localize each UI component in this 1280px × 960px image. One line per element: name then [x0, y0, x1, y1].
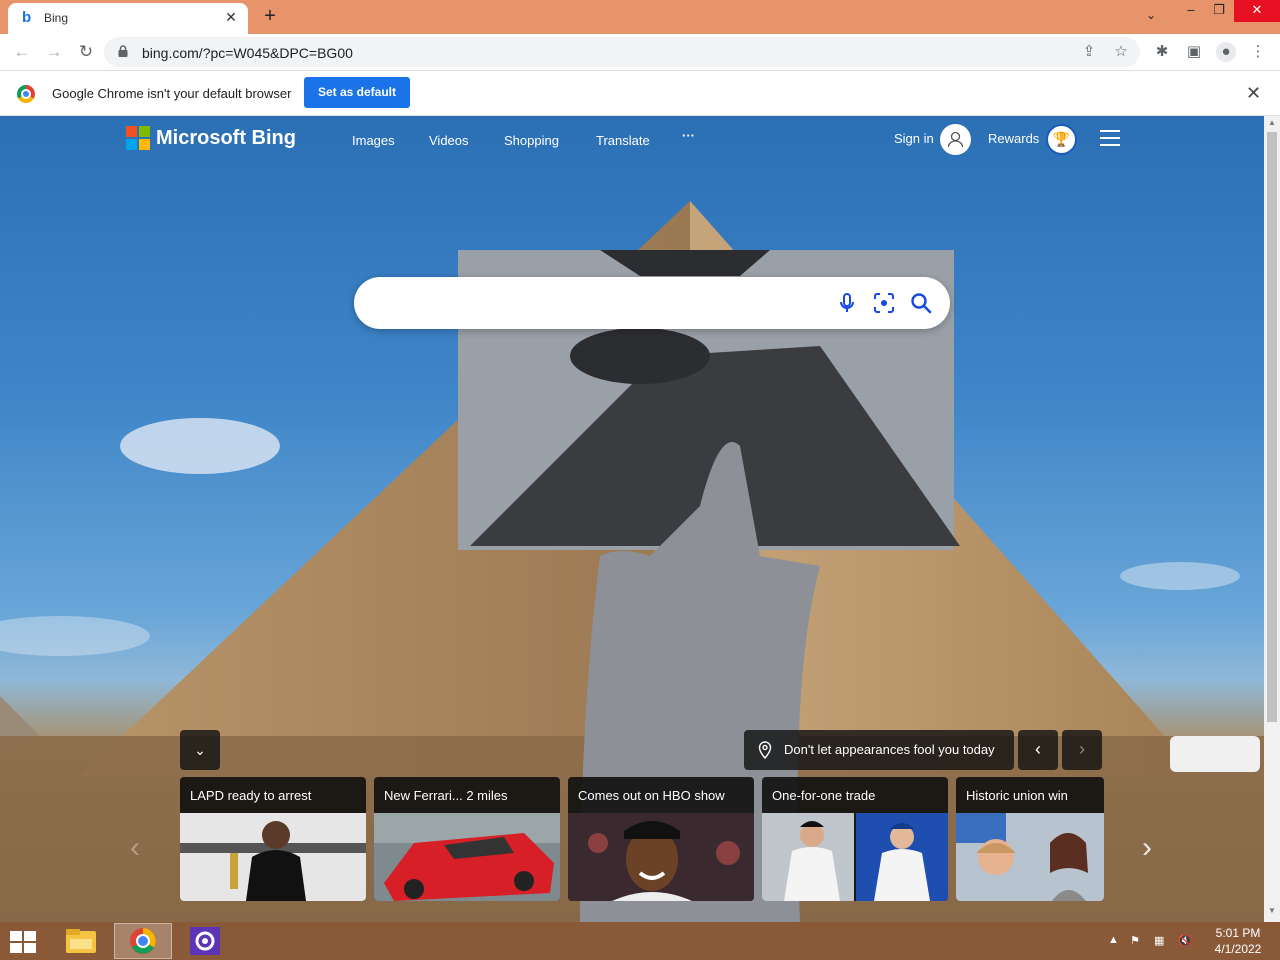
tab-search-chevron-icon[interactable]: ⌄: [1146, 8, 1156, 22]
scroll-thumb[interactable]: [1267, 132, 1277, 722]
browser-toolbar: ← → ↻ bing.com/?pc=W045&DPC=BG00 ⇪ ☆ ✱ ▣…: [0, 34, 1280, 71]
windows-start-icon[interactable]: [10, 931, 38, 953]
sign-in-link[interactable]: Sign in: [894, 131, 934, 146]
microsoft-logo-icon[interactable]: [126, 126, 150, 150]
profile-icon[interactable]: ●: [1216, 42, 1236, 62]
network-icon[interactable]: ▦: [1154, 934, 1164, 947]
infobar-message: Google Chrome isn't your default browser: [52, 86, 292, 101]
news-card-image[interactable]: [374, 813, 560, 901]
extensions-icon[interactable]: ✱: [1152, 42, 1172, 62]
forward-button[interactable]: →: [44, 42, 64, 62]
restore-button[interactable]: ❐: [1204, 0, 1234, 22]
share-icon[interactable]: ⇪: [1080, 43, 1098, 61]
search-box[interactable]: [354, 277, 950, 329]
address-bar[interactable]: bing.com/?pc=W045&DPC=BG00 ⇪ ☆: [104, 37, 1140, 67]
bing-homepage: Microsoft Bing Images Videos Shopping Tr…: [0, 116, 1264, 922]
windows-taskbar: ▲ ⚑ ▦ 🔇 5:01 PM 4/1/2022: [0, 922, 1280, 960]
news-card[interactable]: Comes out on HBO show: [568, 777, 754, 901]
news-card[interactable]: LAPD ready to arrest: [180, 777, 366, 901]
side-panel-icon[interactable]: ▣: [1184, 42, 1204, 62]
news-card-image[interactable]: [180, 813, 366, 901]
file-explorer-icon[interactable]: [52, 923, 110, 959]
browser-tab[interactable]: b Bing ✕: [8, 3, 248, 34]
title-bar: b Bing ✕ + ⌄ – ❐ ✕: [0, 0, 1280, 34]
page-scrollbar[interactable]: ▲ ▼: [1264, 116, 1280, 922]
nav-shopping[interactable]: Shopping: [504, 133, 559, 148]
nav-more[interactable]: ···: [682, 128, 695, 143]
chrome-taskbar-icon[interactable]: [114, 923, 172, 959]
new-tab-button[interactable]: +: [260, 6, 280, 26]
tab-title: Bing: [44, 11, 69, 25]
bing-brand-name[interactable]: Microsoft Bing: [156, 127, 296, 150]
default-browser-infobar: Google Chrome isn't your default browser…: [0, 71, 1280, 116]
hamburger-menu-icon[interactable]: [1100, 130, 1120, 146]
news-card[interactable]: New Ferrari... 2 miles: [374, 777, 560, 901]
infobar-close-icon[interactable]: ✕: [1246, 83, 1261, 104]
lock-icon[interactable]: [118, 45, 128, 57]
scroll-up-icon[interactable]: ▲: [1267, 118, 1277, 127]
bing-favicon-icon: b: [22, 9, 32, 26]
url-text[interactable]: bing.com/?pc=W045&DPC=BG00: [142, 45, 353, 61]
news-card-title[interactable]: Comes out on HBO show: [578, 788, 725, 803]
next-image-button[interactable]: ›: [1062, 730, 1102, 770]
news-card-title[interactable]: Historic union win: [966, 788, 1068, 803]
nav-images[interactable]: Images: [352, 133, 395, 148]
collapse-chevron-icon[interactable]: ⌄: [180, 730, 220, 770]
news-card[interactable]: Historic union win: [956, 777, 1104, 901]
back-button[interactable]: ←: [12, 42, 32, 62]
set-as-default-button[interactable]: Set as default: [304, 77, 410, 108]
minimize-button[interactable]: –: [1176, 0, 1206, 22]
search-icon[interactable]: [909, 291, 933, 315]
news-card-title[interactable]: One-for-one trade: [772, 788, 875, 803]
news-card[interactable]: One-for-one trade: [762, 777, 948, 901]
news-card-image[interactable]: [762, 813, 948, 901]
menu-kebab-icon[interactable]: ⋮: [1248, 42, 1268, 62]
previous-image-button[interactable]: ‹: [1018, 730, 1058, 770]
search-input[interactable]: [374, 291, 834, 315]
nav-translate[interactable]: Translate: [596, 133, 650, 148]
scroll-down-icon[interactable]: ▼: [1267, 906, 1277, 915]
clock-time: 5:01 PM: [1215, 926, 1261, 940]
nav-videos[interactable]: Videos: [429, 133, 469, 148]
carousel-next-icon[interactable]: ›: [1132, 828, 1162, 868]
volume-muted-icon[interactable]: 🔇: [1178, 934, 1192, 947]
user-avatar-icon[interactable]: [940, 124, 971, 155]
news-card-title[interactable]: LAPD ready to arrest: [190, 788, 311, 803]
carousel-prev-icon[interactable]: ‹: [120, 828, 150, 868]
visual-search-icon[interactable]: [872, 291, 896, 315]
chrome-logo-icon: [17, 85, 35, 103]
bookmark-star-icon[interactable]: ☆: [1112, 43, 1130, 61]
tab-close-icon[interactable]: ✕: [222, 9, 240, 26]
image-caption[interactable]: Don't let appearances fool you today: [744, 730, 1014, 770]
location-pin-icon: [758, 741, 772, 759]
news-card-title[interactable]: New Ferrari... 2 miles: [384, 788, 508, 803]
image-caption-text[interactable]: Don't let appearances fool you today: [784, 742, 995, 757]
microphone-icon[interactable]: [835, 291, 859, 315]
clock-date: 4/1/2022: [1214, 942, 1262, 956]
system-clock[interactable]: 5:01 PM 4/1/2022: [1206, 925, 1270, 957]
rewards-trophy-icon[interactable]: 🏆: [1046, 124, 1077, 155]
rewards-link[interactable]: Rewards: [988, 131, 1039, 146]
close-window-button[interactable]: ✕: [1234, 0, 1280, 22]
action-center-flag-icon[interactable]: ⚑: [1130, 934, 1140, 947]
reload-button[interactable]: ↻: [76, 42, 96, 62]
news-card-image[interactable]: [568, 813, 754, 901]
news-card-image[interactable]: [956, 813, 1104, 901]
settings-gear-icon[interactable]: [176, 923, 234, 959]
tray-expand-icon[interactable]: ▲: [1108, 934, 1119, 946]
